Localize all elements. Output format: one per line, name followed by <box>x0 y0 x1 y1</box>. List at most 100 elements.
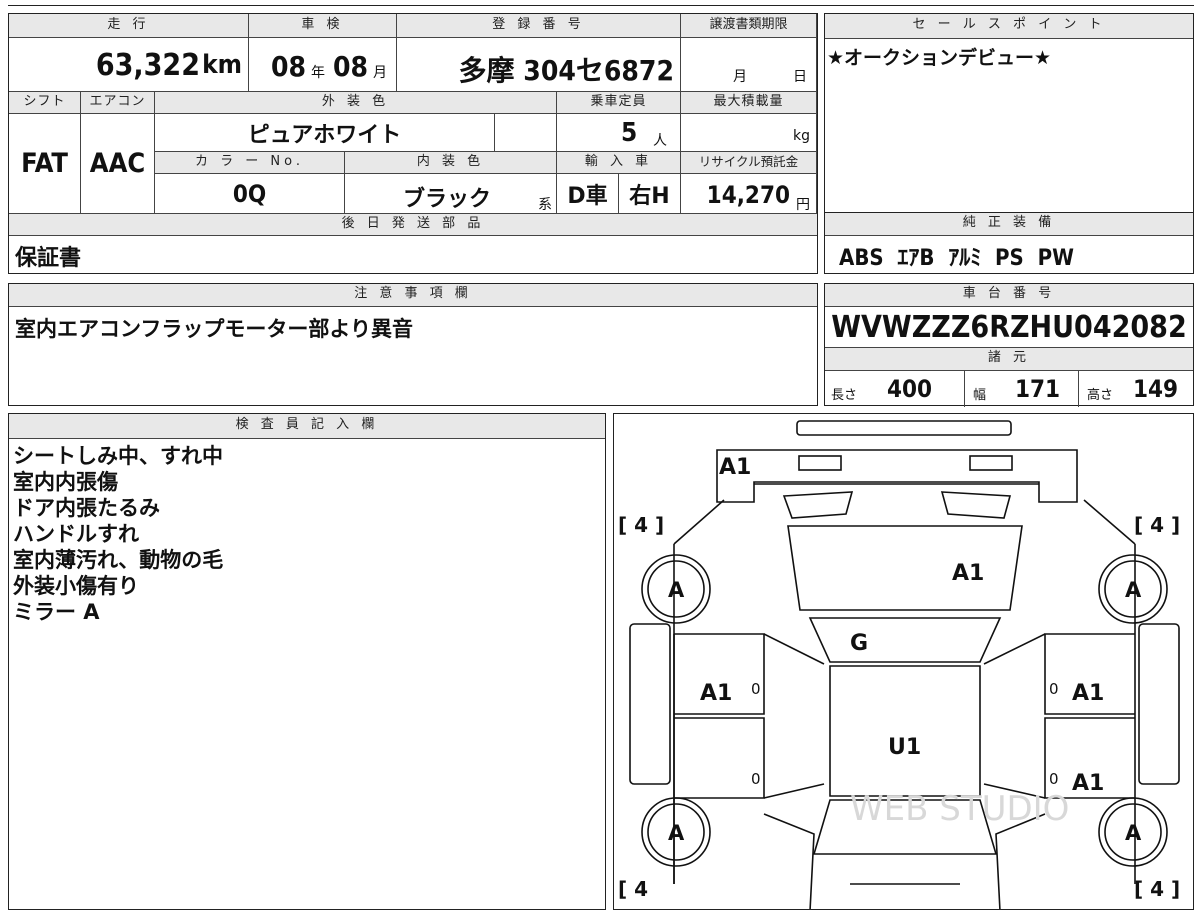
length-label: 長さ <box>831 388 858 403</box>
transfer-cell: 月 日 <box>681 38 817 92</box>
equipment-value: ABS ｴｱB ｱﾙﾐ PS PW <box>839 246 1074 271</box>
inspector-lines: シートしみ中、すれ中 室内内張傷 ドア内張たるみ ハンドルすれ 室内薄汚れ、動物… <box>9 439 605 629</box>
transfer-header: 譲渡書類期限 <box>681 14 817 38</box>
ac-header: エアコン <box>81 92 155 114</box>
mileage-header: 走 行 <box>9 14 249 38</box>
color-no-value: 0Q <box>232 179 267 208</box>
sales-point-value: ★オークションデビュー★ <box>827 47 1052 69</box>
equipment-header: 純 正 装 備 <box>825 213 1193 236</box>
import-header: 輸 入 車 <box>557 152 681 174</box>
inspector-line: シートしみ中、すれ中 <box>13 444 223 468</box>
shift-header: シフト <box>9 92 81 114</box>
hood-mark: A1 <box>952 561 984 586</box>
interior-unit: 系 <box>538 197 552 213</box>
width-label: 幅 <box>973 388 987 403</box>
inspector-header: 検 査 員 記 入 欄 <box>9 414 605 439</box>
inspection-month-unit: 月 <box>373 65 387 81</box>
roof-mark: U1 <box>888 735 921 760</box>
tire-rl-mark: A <box>668 821 685 845</box>
top-strip <box>8 0 1194 6</box>
inspection-cell: 08 年 08 月 <box>249 38 397 92</box>
door-zero-mark: 0 <box>1049 770 1059 788</box>
color-no-header: カ ラ ー No. <box>155 152 345 174</box>
inspector-line: ドア内張たるみ <box>13 496 160 520</box>
import-type-value: D車 <box>567 183 608 209</box>
interior-cell: ブラック 系 <box>345 174 557 214</box>
inspector-line: 室内薄汚れ、動物の毛 <box>13 548 224 572</box>
transfer-month-unit: 月 <box>733 69 747 85</box>
mileage-cell: 63,322 km <box>9 38 249 92</box>
load-unit: kg <box>793 128 810 144</box>
interior-header: 内 装 色 <box>345 152 557 174</box>
door-zero-mark: 0 <box>1049 680 1059 698</box>
height-value: 149 <box>1133 375 1179 403</box>
exterior-header: 外 装 色 <box>155 92 557 114</box>
recycle-value: 14,270 <box>706 181 790 209</box>
dimensions-header: 諸 元 <box>825 348 1193 371</box>
inspection-year: 08 <box>271 50 307 83</box>
chassis-value: WVWZZZ6RZHU042082 <box>825 307 1193 348</box>
notes-panel: 注 意 事 項 欄 室内エアコンフラップモーター部より異音 <box>8 283 818 406</box>
door-zero-mark: 0 <box>751 770 761 788</box>
interior-value: ブラック <box>403 187 492 212</box>
right-front-door-mark: A1 <box>1072 681 1104 706</box>
tire-rr-mark: A <box>1125 821 1142 845</box>
ac-cell: AAC <box>81 114 155 214</box>
shift-value: FAT <box>21 148 68 179</box>
import-type-cell: D車 <box>557 174 619 214</box>
capacity-cell: 5 人 <box>557 114 681 152</box>
import-handle-cell: 右H <box>619 174 681 214</box>
exterior-cell: ピュアホワイト <box>155 114 495 152</box>
tire-fr-mark: A <box>1125 578 1142 602</box>
shipping-value: 保証書 <box>15 246 82 271</box>
load-cell: kg <box>681 114 817 152</box>
chassis-header: 車 台 番 号 <box>825 284 1193 307</box>
recycle-header: リサイクル預託金 <box>681 152 817 174</box>
windshield-mark: G <box>850 631 868 656</box>
tread-rl-mark: [ 4 <box>618 877 648 901</box>
length-cell: 長さ 400 <box>825 371 965 407</box>
car-diagram: A1 A1 G U1 A1 A1 A1 A A A A [ 4 ] [ 4 ] … <box>618 420 1180 909</box>
notes-header: 注 意 事 項 欄 <box>9 284 817 307</box>
inspection-month: 08 <box>333 50 369 83</box>
car-diagram-panel: A1 A1 G U1 A1 A1 A1 A A A A [ 4 ] [ 4 ] … <box>613 413 1194 910</box>
inspector-panel: 検 査 員 記 入 欄 シートしみ中、すれ中 室内内張傷 ドア内張たるみ ハンド… <box>8 413 606 910</box>
shipping-header: 後 日 発 送 部 品 <box>9 214 817 236</box>
right-rear-door-mark: A1 <box>1072 771 1104 796</box>
chassis-panel: 車 台 番 号 WVWZZZ6RZHU042082 諸 元 長さ 400 幅 1… <box>824 283 1194 407</box>
door-zero-mark: 0 <box>751 680 761 698</box>
tire-fl-mark: A <box>668 578 685 602</box>
capacity-header: 乗車定員 <box>557 92 681 114</box>
inspector-line: 室内内張傷 <box>13 470 118 494</box>
tread-fr-mark: [ 4 ] <box>1134 513 1180 537</box>
left-front-door-mark: A1 <box>700 681 732 706</box>
tread-rr-mark: [ 4 ] <box>1134 877 1180 901</box>
registration-value: 多摩 304セ6872 <box>458 54 674 87</box>
inspection-year-unit: 年 <box>311 65 325 81</box>
mileage-unit: km <box>202 50 242 80</box>
exterior-value: ピュアホワイト <box>247 122 402 148</box>
watermark: WEB STUDIO <box>850 789 1069 829</box>
ac-value: AAC <box>89 148 146 179</box>
shift-cell: FAT <box>9 114 81 214</box>
sales-point-panel: セ ー ル ス ポ イ ン ト ★オークションデビュー★ <box>824 13 1194 213</box>
registration-cell: 多摩 304セ6872 <box>397 38 681 92</box>
width-cell: 幅 171 <box>965 371 1079 407</box>
recycle-unit: 円 <box>796 197 810 213</box>
inspector-line: ミラー A <box>13 600 100 624</box>
inspection-header: 車 検 <box>249 14 397 38</box>
width-value: 171 <box>1015 375 1061 403</box>
front-bumper-mark: A1 <box>719 455 751 480</box>
color-no-cell: 0Q <box>155 174 345 214</box>
tread-fl-mark: [ 4 ] <box>618 513 664 537</box>
height-cell: 高さ 149 <box>1079 371 1193 407</box>
sales-point-header: セ ー ル ス ポ イ ン ト <box>825 14 1193 39</box>
main-info-table: 走 行 車 検 登 録 番 号 譲渡書類期限 63,322 km 08 年 08… <box>8 13 818 274</box>
notes-value: 室内エアコンフラップモーター部より異音 <box>15 317 413 341</box>
load-header: 最大積載量 <box>681 92 817 114</box>
inspector-line: ハンドルすれ <box>13 522 139 546</box>
height-label: 高さ <box>1087 388 1114 403</box>
transfer-day-unit: 日 <box>793 69 807 85</box>
capacity-value: 5 <box>621 118 638 148</box>
recycle-cell: 14,270 円 <box>681 174 817 214</box>
